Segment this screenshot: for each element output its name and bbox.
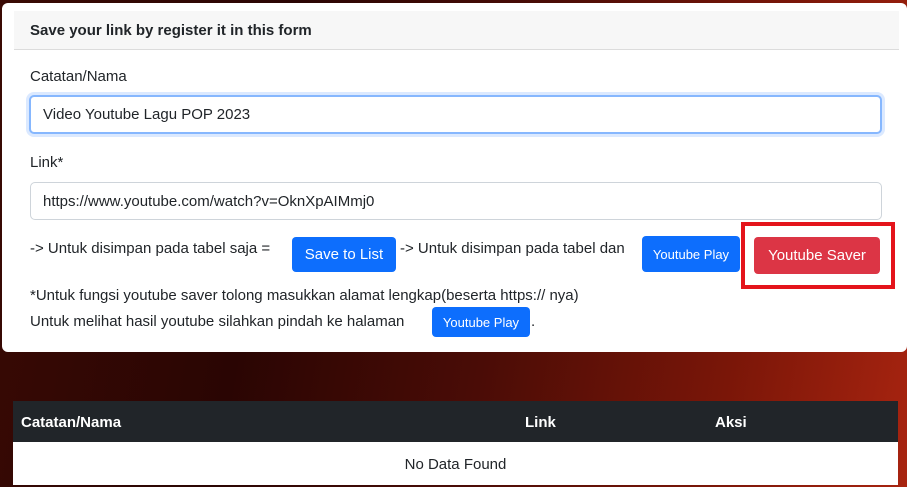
table-row: No Data Found [13, 442, 898, 485]
links-table: Catatan/Nama Link Aksi No Data Found [13, 401, 898, 487]
column-header-name: Catatan/Nama [21, 414, 122, 431]
save-to-list-button[interactable]: Save to List [292, 237, 396, 272]
name-input[interactable] [29, 95, 882, 134]
save-instruction: -> Untuk disimpan pada tabel saja = [30, 240, 271, 257]
column-header-link: Link [525, 414, 556, 431]
link-input[interactable] [30, 182, 882, 220]
note-text: *Untuk fungsi youtube saver tolong masuk… [30, 287, 579, 304]
result-youtube-play-button[interactable]: Youtube Play [432, 307, 530, 337]
form-title: Save your link by register it in this fo… [30, 22, 312, 39]
empty-message: No Data Found [404, 456, 507, 473]
result-text: Untuk melihat hasil youtube silahkan pin… [30, 313, 405, 330]
youtube-saver-button[interactable]: Youtube Saver [754, 237, 880, 274]
form-header: Save your link by register it in this fo… [14, 11, 899, 50]
name-label: Catatan/Nama [30, 68, 127, 85]
table-header-row: Catatan/Nama Link Aksi [13, 401, 898, 442]
result-suffix: . [531, 313, 536, 330]
youtube-play-button[interactable]: Youtube Play [642, 236, 740, 272]
column-header-action: Aksi [715, 414, 747, 431]
link-label: Link* [30, 154, 64, 171]
play-instruction: -> Untuk disimpan pada tabel dan [400, 240, 625, 257]
